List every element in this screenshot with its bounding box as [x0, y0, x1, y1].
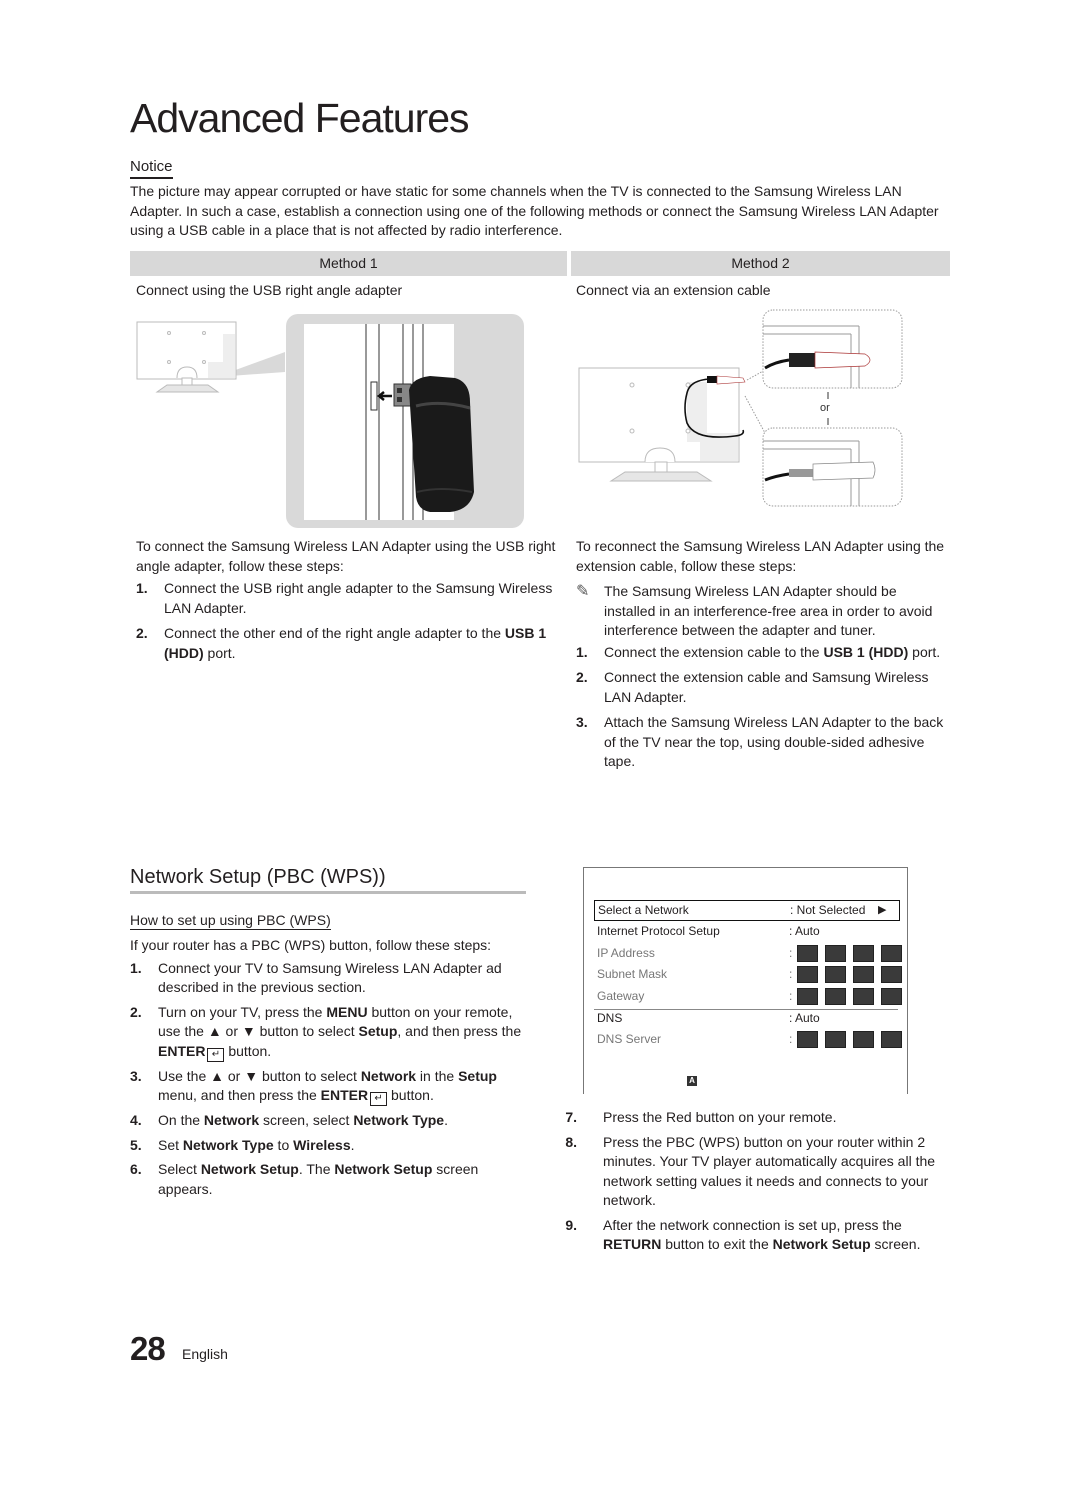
page-language: English — [182, 1346, 228, 1362]
list-item: 1. Connect your TV to Samsung Wireless LA… — [130, 959, 502, 996]
page-title: Advanced Features — [130, 95, 470, 141]
list-item: 7. Press the Red button on your remote. — [565, 1109, 837, 1125]
gateway-field: : — [789, 988, 903, 1005]
menu-row-dns-server: DNS Server : — [594, 1029, 903, 1049]
pbc-intro: If your router has a PBC (WPS) button, f… — [130, 937, 492, 953]
menu-row-subnet-mask: Subnet Mask : — [594, 964, 903, 984]
red-button-a-icon: A — [687, 1076, 697, 1086]
list-item: 3. Attach the Samsung Wireless LAN Adapte… — [576, 714, 944, 769]
method-1-intro: To connect the Samsung Wireless LAN Adap… — [136, 538, 556, 574]
method-2-illustration: or — [575, 308, 910, 513]
method-2-subtitle: Connect via an extension cable — [576, 282, 771, 298]
method-2-header: Method 2 — [571, 251, 950, 276]
tv-back-icon — [136, 321, 237, 393]
list-item: 5. Set Network Type to Wireless. — [130, 1136, 355, 1153]
notice-text: The picture may appear corrupted or have… — [130, 183, 939, 238]
method-2-instructions: To reconnect the Samsung Wireless LAN Ad… — [576, 537, 951, 776]
notice-heading: Notice — [130, 158, 173, 179]
subsection-heading: How to set up using PBC (WPS) — [130, 912, 331, 930]
network-setup-screen: Select a Network : Not Selected ▶ Intern… — [583, 867, 908, 1094]
pbc-instructions: If your router has a PBC (WPS) button, f… — [130, 936, 530, 1204]
list-item: 3. Use the ▲ or ▼ button to select Networ… — [130, 1067, 497, 1106]
list-item: 1. Connect the extension cable to the USB… — [576, 643, 941, 660]
list-item: 9. After the network connection is set up… — [565, 1216, 921, 1253]
list-item: 4. On the Network screen, select Network … — [130, 1112, 448, 1128]
menu-row-ip-setup[interactable]: Internet Protocol Setup : Auto — [594, 921, 898, 941]
method-1-subtitle: Connect using the USB right angle adapte… — [136, 282, 403, 298]
list-item: 2. Connect the extension cable and Samsun… — [576, 669, 929, 705]
method-1-instructions: To connect the Samsung Wireless LAN Adap… — [136, 537, 556, 667]
menu-row-gateway: Gateway : — [594, 986, 903, 1006]
method-2-intro: To reconnect the Samsung Wireless LAN Ad… — [576, 538, 945, 574]
note: ✎ The Samsung Wireless LAN Adapter shoul… — [576, 583, 933, 638]
page-number: 28 — [130, 1330, 166, 1367]
list-item: 1. Connect the USB right angle adapter to… — [136, 580, 553, 616]
section-heading: Network Setup (PBC (WPS)) — [130, 866, 526, 894]
enter-icon: ↵ — [207, 1047, 225, 1062]
list-item: 2. Turn on your TV, press the MENU button… — [130, 1003, 522, 1062]
method-1-illustration — [130, 312, 530, 530]
list-item: 8. Press the PBC (WPS) button on your rou… — [565, 1133, 936, 1209]
menu-row-dns[interactable]: DNS : Auto — [594, 1008, 898, 1028]
ip-address-field: : — [789, 945, 903, 962]
method-1-header: Method 1 — [130, 251, 567, 276]
list-item: 2. Connect the other end of the right ang… — [136, 625, 547, 661]
enter-icon: ↵ — [370, 1092, 388, 1106]
menu-row-ip-address: IP Address : — [594, 943, 903, 963]
pencil-note-icon: ✎ — [576, 583, 590, 600]
or-label: or — [820, 402, 830, 414]
arrow-right-icon: ▶ — [878, 904, 887, 916]
subnet-mask-field: : — [789, 966, 903, 983]
menu-row-select-network[interactable]: Select a Network : Not Selected ▶ — [594, 900, 900, 921]
pbc-instructions-continued: 7. Press the Red button on your remote. 8… — [557, 1108, 937, 1260]
list-item: 6. Select Network Setup. The Network Setu… — [130, 1161, 479, 1197]
dns-server-field: : — [789, 1031, 903, 1048]
